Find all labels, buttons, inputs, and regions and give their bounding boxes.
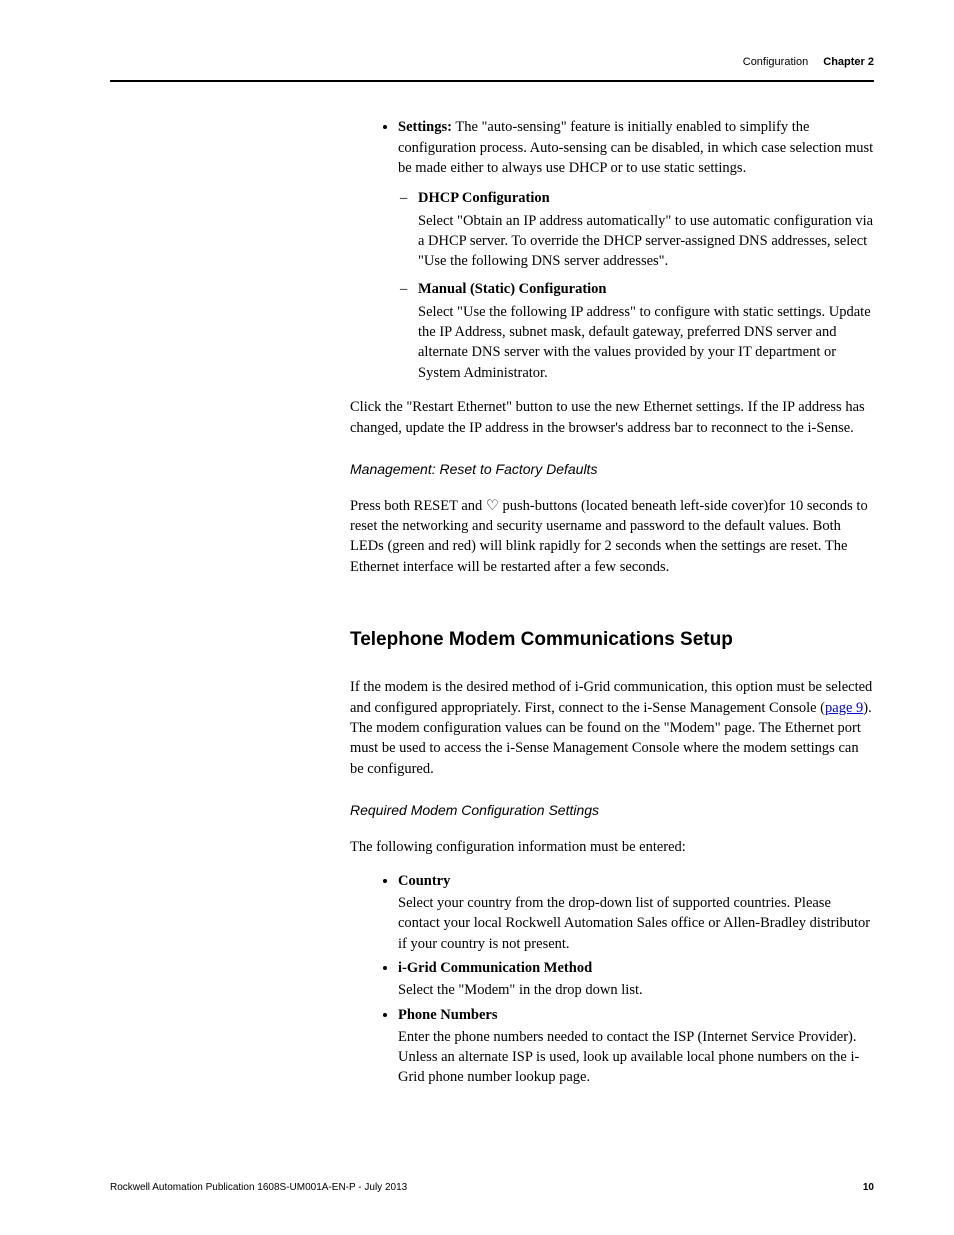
modem-intro: If the modem is the desired method of i-… bbox=[350, 677, 874, 778]
footer-publication: Rockwell Automation Publication 1608S-UM… bbox=[110, 1181, 407, 1195]
igrid-body: Select the "Modem" in the drop down list… bbox=[398, 980, 874, 1000]
page-footer: Rockwell Automation Publication 1608S-UM… bbox=[110, 1181, 874, 1195]
required-heading: Required Modem Configuration Settings bbox=[350, 801, 874, 821]
phone-title: Phone Numbers bbox=[398, 1007, 498, 1023]
manual-item: Manual (Static) Configuration Select "Us… bbox=[418, 279, 874, 382]
footer-page-number: 10 bbox=[863, 1181, 874, 1195]
country-item: Country Select your country from the dro… bbox=[398, 871, 874, 954]
page-header: Configuration Chapter 2 bbox=[110, 55, 874, 82]
modem-intro-pre: If the modem is the desired method of i-… bbox=[350, 679, 872, 715]
page-link[interactable]: page 9 bbox=[825, 700, 863, 716]
required-intro: The following configuration information … bbox=[350, 837, 874, 857]
manual-title: Manual (Static) Configuration bbox=[418, 281, 607, 297]
header-section: Configuration bbox=[743, 56, 808, 68]
country-title: Country bbox=[398, 873, 450, 889]
body-content: Settings: The "auto-sensing" feature is … bbox=[350, 117, 874, 1087]
reset-body: Press both RESET and ♡ push-buttons (loc… bbox=[350, 496, 874, 577]
required-list: Country Select your country from the dro… bbox=[350, 871, 874, 1088]
header-chapter: Chapter 2 bbox=[823, 56, 874, 68]
page: Configuration Chapter 2 Settings: The "a… bbox=[0, 0, 954, 1235]
dhcp-title: DHCP Configuration bbox=[418, 190, 550, 206]
settings-label: Settings: bbox=[398, 119, 452, 135]
reset-heading: Management: Reset to Factory Defaults bbox=[350, 460, 874, 480]
settings-sublist: DHCP Configuration Select "Obtain an IP … bbox=[398, 188, 874, 383]
phone-body: Enter the phone numbers needed to contac… bbox=[398, 1027, 874, 1088]
restart-paragraph: Click the "Restart Ethernet" button to u… bbox=[350, 397, 874, 438]
country-body: Select your country from the drop-down l… bbox=[398, 893, 874, 954]
modem-heading: Telephone Modem Communications Setup bbox=[350, 627, 874, 654]
phone-item: Phone Numbers Enter the phone numbers ne… bbox=[398, 1005, 874, 1088]
settings-text: The "auto-sensing" feature is initially … bbox=[398, 119, 873, 176]
dhcp-body: Select "Obtain an IP address automatical… bbox=[418, 211, 874, 272]
igrid-title: i-Grid Communication Method bbox=[398, 960, 592, 976]
settings-list: Settings: The "auto-sensing" feature is … bbox=[350, 117, 874, 383]
igrid-item: i-Grid Communication Method Select the "… bbox=[398, 958, 874, 1001]
manual-body: Select "Use the following IP address" to… bbox=[418, 302, 874, 383]
settings-item: Settings: The "auto-sensing" feature is … bbox=[398, 117, 874, 383]
dhcp-item: DHCP Configuration Select "Obtain an IP … bbox=[418, 188, 874, 271]
